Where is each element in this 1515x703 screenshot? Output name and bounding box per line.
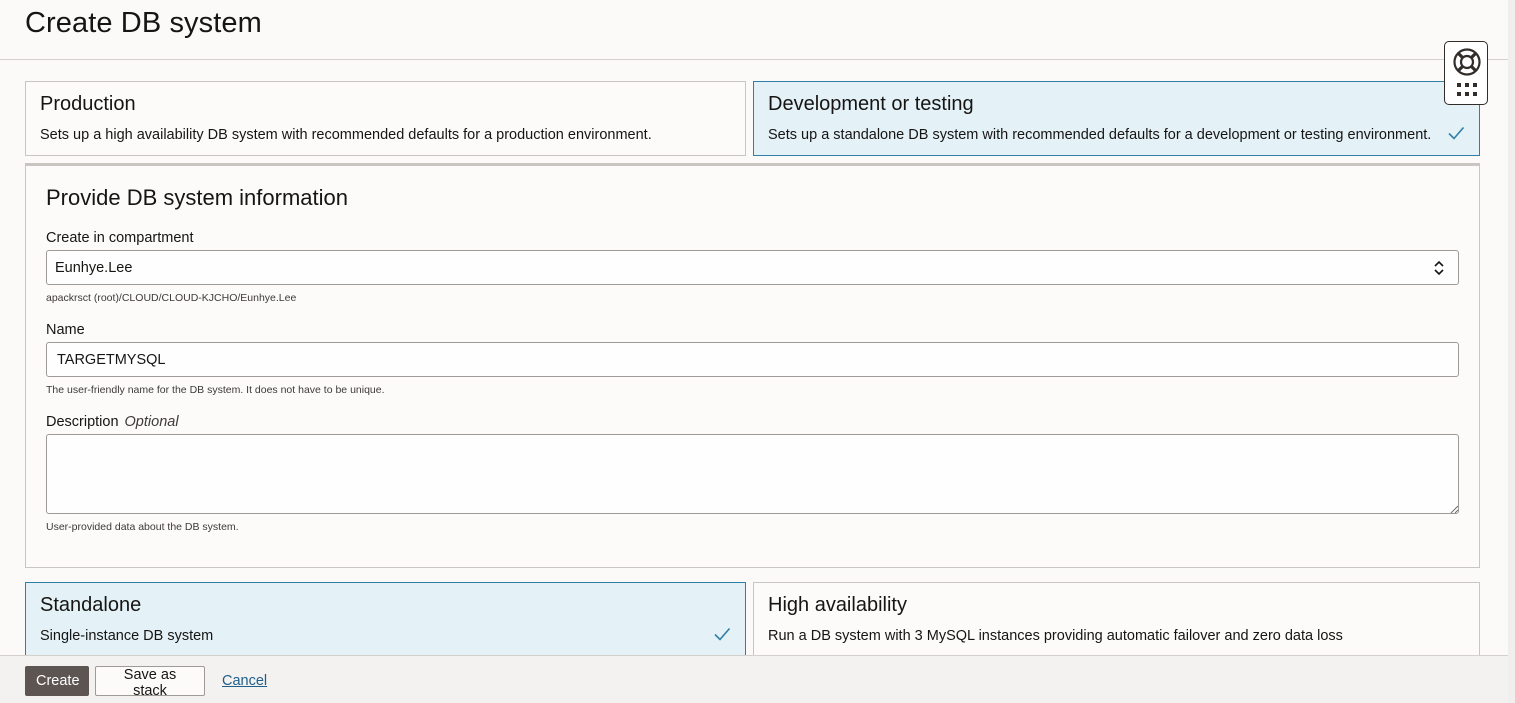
compartment-label: Create in compartment [46, 230, 194, 246]
preset-card-description: Sets up a high availability DB system wi… [40, 127, 652, 143]
section-title: Provide DB system information [46, 185, 348, 210]
name-input[interactable] [46, 342, 1459, 377]
save-as-stack-button[interactable]: Save as stack [95, 666, 205, 699]
db-info-panel: Provide DB system information Create in … [25, 163, 1480, 568]
preset-card-title: Development or testing [768, 93, 974, 115]
cancel-link[interactable]: Cancel [222, 673, 267, 689]
preset-card-development[interactable]: Development or testing Sets up a standal… [753, 81, 1480, 156]
page-header: Create DB system [0, 0, 1508, 60]
description-textarea[interactable] [46, 434, 1459, 514]
checkmark-icon [714, 627, 731, 641]
optional-tag: Optional [124, 414, 179, 430]
deployment-card-high-availability[interactable]: High availability Run a DB system with 3… [753, 582, 1480, 657]
compartment-select[interactable]: Eunhye.Lee [46, 250, 1459, 285]
create-button[interactable]: Create [25, 666, 89, 696]
chevron-updown-icon [1434, 260, 1444, 276]
compartment-path: apackrsct (root)/CLOUD/CLOUD-KJCHO/Eunhy… [46, 292, 297, 304]
checkmark-icon [1448, 126, 1465, 140]
apps-grid-icon[interactable] [1456, 82, 1478, 98]
page-title: Create DB system [25, 7, 262, 39]
deployment-card-title: High availability [768, 594, 907, 616]
deployment-card-description: Run a DB system with 3 MySQL instances p… [768, 628, 1343, 644]
scrollbar[interactable] [1508, 0, 1515, 703]
help-widget[interactable] [1444, 41, 1488, 105]
compartment-value: Eunhye.Lee [55, 260, 133, 276]
footer-action-bar: Create Save as stack Cancel [0, 655, 1508, 703]
preset-card-description: Sets up a standalone DB system with reco… [768, 127, 1432, 143]
description-help: User-provided data about the DB system. [46, 521, 239, 533]
help-lifebuoy-icon[interactable] [1452, 47, 1482, 77]
name-label: Name [46, 322, 85, 338]
preset-card-production[interactable]: Production Sets up a high availability D… [25, 81, 746, 156]
preset-card-title: Production [40, 93, 136, 115]
deployment-card-standalone[interactable]: Standalone Single-instance DB system [25, 582, 746, 657]
description-label: Description Optional [46, 414, 179, 430]
name-help: The user-friendly name for the DB system… [46, 384, 385, 396]
resize-grip-icon[interactable] [1449, 504, 1459, 514]
deployment-card-title: Standalone [40, 594, 142, 616]
description-label-text: Description [46, 414, 119, 430]
deployment-card-description: Single-instance DB system [40, 628, 214, 644]
